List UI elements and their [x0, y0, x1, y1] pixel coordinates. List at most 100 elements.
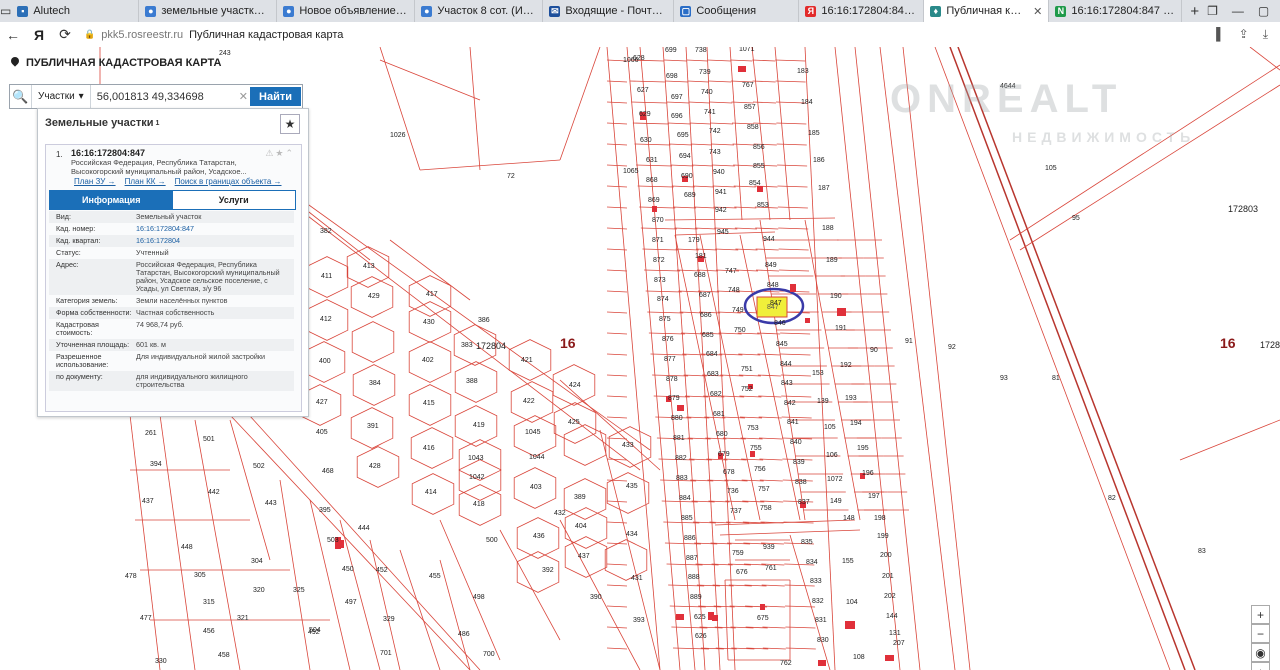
plan-kk-link[interactable]: План КК → — [125, 177, 166, 186]
parcel-label: 431 — [631, 575, 643, 582]
info-value: Земли населённых пунктов — [136, 296, 228, 305]
card-action-icons[interactable]: ⚠★⌃ — [265, 148, 295, 159]
tab-information[interactable]: Информация — [50, 191, 173, 209]
parcel-label: 189 — [826, 257, 838, 264]
parcel-label: 941 — [715, 189, 727, 196]
sidebar-icon[interactable]: ▭ — [0, 0, 11, 22]
info-value: Для индивидуальной жилой застройки — [136, 352, 266, 361]
find-button[interactable]: Найти — [250, 87, 301, 106]
parcel-label: 690 — [681, 173, 693, 180]
parcel-label: 388 — [466, 378, 478, 385]
parcel-label: 91 — [905, 338, 913, 345]
collections-icon[interactable]: ❐ — [1207, 4, 1218, 18]
parcel-label: 148 — [843, 515, 855, 522]
parcel-label: 837 — [798, 499, 810, 506]
tab-0[interactable]: ▪ Alutech — [11, 0, 140, 22]
tab-8[interactable]: N 16:16:172804:847 Рест — [1049, 0, 1183, 22]
parcel-label: 422 — [523, 398, 535, 405]
parcel-label: 181 — [695, 253, 707, 260]
parcel-label: 626 — [695, 633, 707, 640]
back-arrow-icon[interactable]: ← — [0, 27, 26, 43]
info-value: 601 кв. м — [136, 340, 166, 349]
parcel-label: 834 — [806, 559, 818, 566]
search-icon[interactable]: 🔍 — [10, 85, 32, 108]
url-field[interactable]: 🔒 pkk5.rosreestr.ru Публичная кадастрова… — [84, 29, 343, 41]
parcel-label: 740 — [701, 89, 713, 96]
parcel-label: 243 — [219, 50, 231, 57]
info-value[interactable]: 16:16:172804 — [136, 237, 294, 245]
watermark-subtext: НЕДВИЖИМОСТЬ — [1012, 129, 1196, 145]
tab-6[interactable]: Я 16:16:172804:847 када — [799, 0, 925, 22]
info-value: Земельный участок — [136, 212, 202, 221]
parcel-label: 400 — [319, 358, 331, 365]
card-number: 1. — [56, 150, 63, 159]
tab-services[interactable]: Услуги — [172, 191, 295, 209]
share-icon[interactable]: ⇪ — [1239, 27, 1249, 42]
parcel-label: 686 — [700, 312, 712, 319]
parcel-label: 695 — [677, 132, 689, 139]
parcel-label: 436 — [533, 533, 545, 540]
parcel-label: 321 — [237, 615, 249, 622]
minimize-icon[interactable]: — — [1232, 4, 1244, 18]
search-type-select[interactable]: Участки ▾ — [32, 85, 91, 108]
tab-1[interactable]: ● земельные участки по — [139, 0, 278, 22]
info-value[interactable]: 16:16:172804:847 — [136, 225, 294, 233]
parcel-label: 676 — [736, 569, 748, 576]
parcel-label: 876 — [662, 336, 674, 343]
parcel-label: 200 — [880, 552, 892, 559]
tab-7[interactable]: ♦ Публичная кадастр ✕ — [924, 0, 1050, 22]
plan-zu-link[interactable]: План ЗУ → — [74, 177, 116, 186]
parcel-label: 183 — [797, 68, 809, 75]
parcel-label: 452 — [376, 567, 388, 574]
parcel-label: 1043 — [468, 455, 484, 462]
parcel-label: 413 — [363, 263, 375, 270]
parcel-label: 193 — [845, 395, 857, 402]
locate-button[interactable]: ◉ — [1251, 643, 1270, 662]
new-tab-button[interactable]: + — [1182, 0, 1207, 22]
parcel-label: 743 — [709, 149, 721, 156]
bookmark-icon[interactable]: ▌ — [1216, 27, 1225, 42]
parcel-label: 430 — [423, 319, 435, 326]
parcel-label: 394 — [150, 461, 162, 468]
parcel-label: 383 — [461, 342, 473, 349]
zoom-in-button[interactable]: + — [1251, 605, 1270, 624]
app-logo[interactable]: ПУБЛИЧНАЯ КАДАСТРОВАЯ КАРТА — [10, 57, 221, 69]
parcel-label: 873 — [654, 277, 666, 284]
parcel-label: 195 — [857, 445, 869, 452]
parcel-label: 889 — [690, 594, 702, 601]
info-row: Кад. квартал: 16:16:172804 — [49, 235, 294, 247]
parcel-label: 629 — [639, 111, 651, 118]
close-tab-icon[interactable]: ✕ — [1033, 5, 1042, 18]
tab-2[interactable]: ● Новое объявление — — [277, 0, 416, 22]
parcel-label: 325 — [293, 587, 305, 594]
info-value: Учтенный — [136, 248, 169, 257]
parcel-label: 455 — [429, 573, 441, 580]
download-icon[interactable]: ⤓ — [1263, 27, 1268, 42]
clear-icon[interactable]: ✕ — [239, 90, 250, 103]
info-key: Форма собственности: — [56, 308, 132, 317]
parcel-label: 944 — [763, 236, 775, 243]
tab-5[interactable]: ▢ Сообщения — [674, 0, 800, 22]
parcel-label: 833 — [810, 578, 822, 585]
tab-4[interactable]: ✉ Входящие - Почта Ма — [543, 0, 675, 22]
search-in-bounds-link[interactable]: Поиск в границах объекта → — [175, 177, 282, 186]
search-input[interactable] — [90, 89, 239, 104]
card-cadastral-id[interactable]: 16:16:172804:847 — [71, 148, 145, 158]
parcel-label: 882 — [675, 455, 687, 462]
parcel-label: 738 — [695, 47, 707, 54]
info-key: Вид: — [56, 212, 71, 221]
reload-icon[interactable]: ⟳ — [52, 26, 78, 43]
maximize-icon[interactable]: ▢ — [1258, 4, 1269, 18]
parcel-label: 870 — [652, 217, 664, 224]
parcel-label: 172803 — [1228, 204, 1258, 214]
parcel-label: 105 — [824, 424, 836, 431]
zoom-out-button[interactable]: − — [1251, 624, 1270, 643]
yandex-icon[interactable]: Я — [26, 27, 52, 43]
parcel-label: 698 — [666, 73, 678, 80]
scroll-down-button[interactable]: ↓ — [1251, 662, 1270, 670]
star-icon[interactable]: ★ — [280, 114, 300, 134]
tab-3[interactable]: ● Участок 8 сот. (ИЖС) — [415, 0, 544, 22]
parcel-label: 1026 — [390, 132, 406, 139]
parcel-label: 106 — [826, 452, 838, 459]
parcel-label: 871 — [652, 237, 664, 244]
